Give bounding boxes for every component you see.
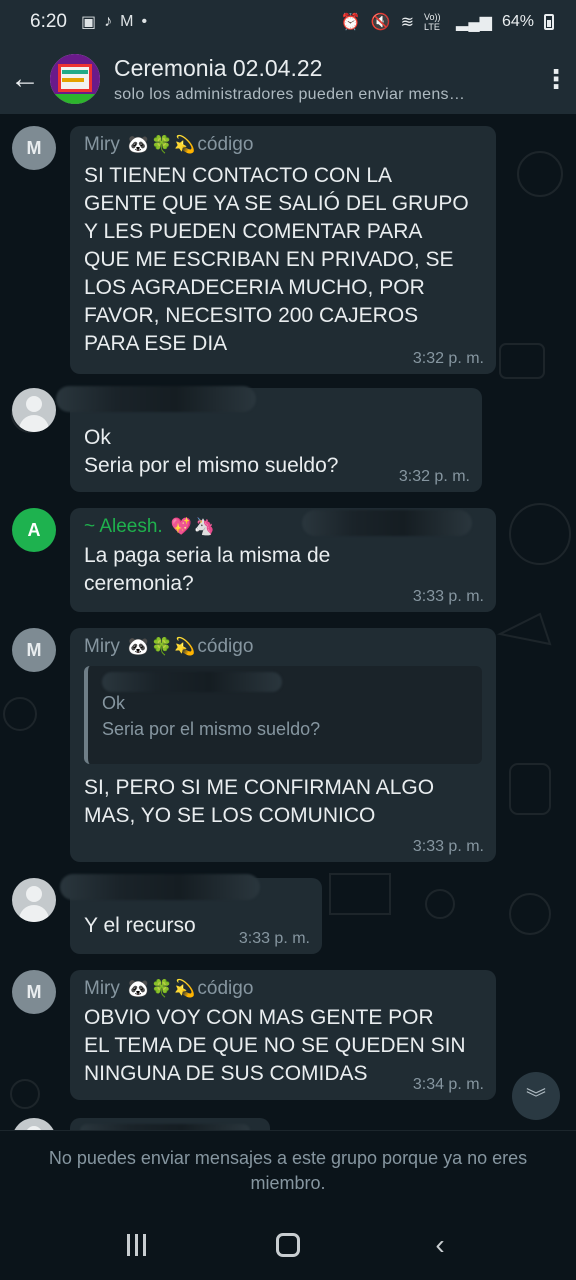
gmail-icon: M bbox=[120, 13, 134, 30]
message-time: 3:32 p. m. bbox=[398, 468, 470, 485]
gallery-icon: ▣ bbox=[80, 14, 97, 31]
message-time: 3:33 p. m. bbox=[412, 838, 484, 855]
redacted-phone bbox=[302, 510, 472, 536]
quote-text-line-1: Ok bbox=[102, 693, 126, 713]
message-bubble[interactable]: Miry 🐼 🍀 💫 código OBVIO VOY CON MAS GENT… bbox=[70, 970, 496, 1100]
dot-icon: • bbox=[141, 13, 148, 30]
clover-emoji: 🍀 bbox=[151, 135, 173, 154]
clover-emoji: 🍀 bbox=[151, 979, 173, 998]
group-avatar[interactable] bbox=[50, 54, 100, 104]
sender-name[interactable]: Miry 🐼 🍀 💫 código bbox=[84, 636, 482, 658]
message-text: SI TIENEN CONTACTO CON LA GENTE QUE YA S… bbox=[84, 164, 469, 355]
message-bubble[interactable]: Y el recurso 3:33 p. m. bbox=[60, 874, 322, 954]
dizzy-emoji: 💫 bbox=[174, 135, 196, 154]
not-member-notice: No puedes enviar mensajes a este grupo p… bbox=[0, 1130, 576, 1210]
wifi-icon: ≋ bbox=[400, 14, 415, 31]
redacted-sender bbox=[60, 874, 260, 900]
sender-suffix: código bbox=[197, 134, 254, 155]
back-chevron-icon: ‹ bbox=[435, 1229, 445, 1260]
chat-header: ← Ceremonia 02.04.22 solo los administra… bbox=[0, 44, 576, 114]
mute-icon: 🔇 bbox=[370, 14, 391, 31]
alarm-icon: ⏰ bbox=[340, 14, 361, 31]
dizzy-emoji: 💫 bbox=[174, 637, 196, 656]
message-bubble[interactable]: Miry 🐼 🍀 💫 código SI TIENEN CONTACTO CON… bbox=[70, 126, 496, 374]
message-time: 3:32 p. m. bbox=[412, 350, 484, 367]
sender-suffix: código bbox=[197, 978, 254, 999]
sender-name-text: ~ Aleesh. bbox=[84, 516, 163, 537]
redacted-quote-sender bbox=[102, 672, 282, 692]
group-subtitle: solo los administradores pueden enviar m… bbox=[114, 85, 466, 103]
back-arrow-icon[interactable]: ← bbox=[0, 44, 50, 114]
sender-name[interactable]: Miry 🐼 🍀 💫 código bbox=[84, 978, 482, 1000]
clover-emoji: 🍀 bbox=[151, 637, 173, 656]
avatar[interactable]: M bbox=[12, 126, 56, 170]
system-nav-bar: ‹ bbox=[0, 1210, 576, 1280]
dizzy-emoji: 💫 bbox=[174, 979, 196, 998]
sender-name-text: Miry bbox=[84, 978, 120, 999]
group-title: Ceremonia 02.04.22 bbox=[114, 54, 323, 81]
back-button[interactable]: ‹ bbox=[410, 1220, 470, 1270]
status-bar: 6:20 ▣ ♪ M • ⏰ 🔇 ≋ Vo)) LTE ▂▄▆ 64% bbox=[0, 0, 576, 44]
more-options-icon[interactable]: ⋮ bbox=[536, 44, 576, 114]
quoted-message[interactable]: Ok Seria por el mismo sueldo? bbox=[84, 666, 482, 764]
panda-emoji: 🐼 bbox=[127, 637, 150, 656]
avatar[interactable] bbox=[12, 388, 56, 432]
notice-text: No puedes enviar mensajes a este grupo p… bbox=[48, 1147, 528, 1193]
sender-name[interactable]: Miry 🐼 🍀 💫 código bbox=[84, 134, 482, 156]
avatar[interactable] bbox=[12, 878, 56, 922]
signal-icon: ▂▄▆ bbox=[456, 14, 492, 31]
recent-apps-button[interactable] bbox=[106, 1220, 166, 1270]
message-bubble[interactable]: Ok Seria por el mismo sueldo? 3:32 p. m. bbox=[56, 386, 482, 492]
panda-emoji: 🐼 bbox=[127, 135, 150, 154]
message-bubble[interactable] bbox=[70, 1118, 270, 1130]
sender-name-text: Miry bbox=[84, 636, 120, 657]
battery-percent: 64% bbox=[501, 13, 534, 30]
avatar[interactable]: A bbox=[12, 508, 56, 552]
redacted-sender bbox=[56, 386, 256, 412]
volte-icon: Vo)) LTE bbox=[424, 12, 441, 32]
quote-text-line-2: Seria por el mismo sueldo? bbox=[102, 719, 321, 739]
message-bubble[interactable]: ~ Aleesh. 💖 🦄 La paga seria la misma de … bbox=[70, 508, 496, 612]
sender-suffix: código bbox=[197, 636, 254, 657]
tiktok-icon: ♪ bbox=[104, 13, 113, 30]
unicorn-emoji: 🦄 bbox=[193, 517, 216, 536]
status-time: 6:20 bbox=[30, 11, 67, 32]
message-time: 3:33 p. m. bbox=[238, 930, 310, 947]
message-time: 3:34 p. m. bbox=[412, 1076, 484, 1093]
sender-name-text: Miry bbox=[84, 134, 120, 155]
home-icon bbox=[276, 1233, 300, 1257]
message-time: 3:33 p. m. bbox=[412, 588, 484, 605]
group-info[interactable]: Ceremonia 02.04.22 solo los administrado… bbox=[114, 55, 536, 104]
chat-area[interactable]: M Miry 🐼 🍀 💫 código SI TIENEN CONTACTO C… bbox=[0, 114, 576, 1130]
heart-emoji: 💖 bbox=[170, 517, 192, 536]
avatar[interactable]: M bbox=[12, 970, 56, 1014]
panda-emoji: 🐼 bbox=[127, 979, 150, 998]
scroll-down-icon[interactable]: ︾ bbox=[512, 1072, 560, 1120]
message-bubble[interactable]: Miry 🐼 🍀 💫 código Ok Seria por el mismo … bbox=[70, 628, 496, 862]
battery-icon bbox=[544, 14, 554, 30]
avatar[interactable]: M bbox=[12, 628, 56, 672]
message-text: SI, PERO SI ME CONFIRMAN ALGO MAS, YO SE… bbox=[84, 776, 435, 827]
home-button[interactable] bbox=[258, 1220, 318, 1270]
recent-apps-icon bbox=[126, 1234, 146, 1256]
